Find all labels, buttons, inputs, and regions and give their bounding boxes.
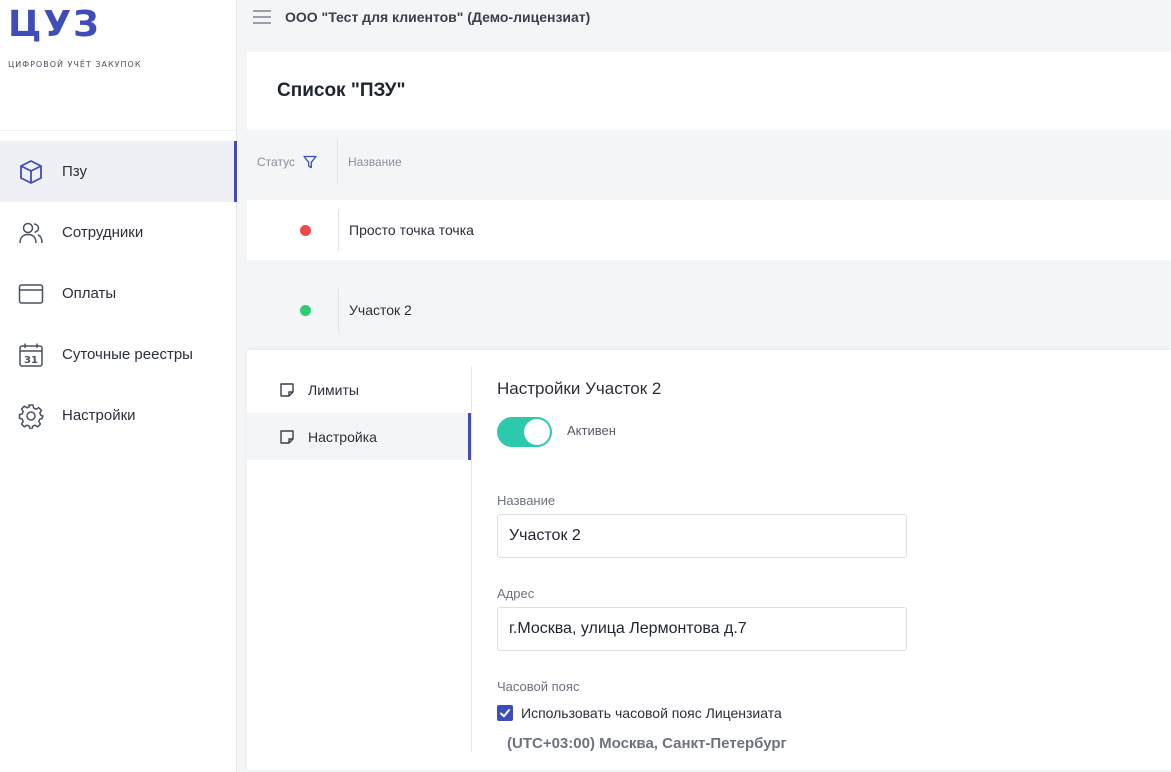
- sidebar-item-label: Оплаты: [62, 285, 117, 302]
- calendar-icon: 31: [18, 342, 44, 368]
- app-logo-subtitle: ЦИФРОВОЙ УЧЁТ ЗАКУПОК: [8, 60, 142, 69]
- sidebar-item-label: Настройки: [62, 407, 136, 424]
- sidebar-item-label: Пзу: [62, 163, 87, 180]
- sidebar-item-daily-registers[interactable]: 31 Суточные реестры: [0, 324, 237, 385]
- organization-name[interactable]: ООО "Тест для клиентов" (Демо-лицензиат): [285, 9, 590, 25]
- name-cell: Просто точка точка: [349, 222, 474, 238]
- tab-limits[interactable]: Лимиты: [247, 366, 471, 413]
- table-row[interactable]: Просто точка точка: [247, 200, 1171, 260]
- toggle-knob: [524, 419, 550, 445]
- column-header-status-label: Статус: [257, 155, 295, 169]
- active-toggle-label: Активен: [567, 423, 616, 438]
- detail-tabs: Лимиты Настройка: [247, 366, 471, 460]
- sidebar-divider: [0, 130, 236, 131]
- name-field-label: Название: [497, 493, 556, 508]
- sidebar-item-label: Суточные реестры: [62, 346, 193, 363]
- menu-icon[interactable]: [253, 10, 271, 24]
- filter-icon[interactable]: [303, 155, 317, 169]
- sidebar-item-label: Сотрудники: [62, 224, 144, 241]
- active-toggle[interactable]: [497, 417, 552, 447]
- address-field[interactable]: [497, 607, 907, 651]
- status-cell: [247, 209, 339, 251]
- column-header-status[interactable]: Статус: [247, 140, 338, 184]
- vertical-divider: [471, 366, 472, 752]
- sidebar: ЦУЗ ЦИФРОВОЙ УЧЁТ ЗАКУПОК Пзу Сотрудники…: [0, 0, 237, 772]
- tab-settings[interactable]: Настройка: [247, 413, 471, 460]
- credit-card-icon: [18, 281, 44, 307]
- status-active-dot: [300, 304, 311, 316]
- status-inactive-dot: [300, 224, 311, 236]
- users-icon: [18, 220, 44, 246]
- name-field[interactable]: [497, 514, 907, 558]
- gear-icon: [18, 403, 44, 429]
- svg-text:31: 31: [24, 355, 38, 366]
- table-row[interactable]: Участок 2: [247, 280, 1171, 340]
- settings-title: Настройки Участок 2: [497, 379, 662, 398]
- checkbox-checked-icon: [497, 705, 513, 721]
- sidebar-item-payments[interactable]: Оплаты: [0, 263, 237, 324]
- list-header: Список "ПЗУ": [247, 52, 1171, 130]
- app-logo[interactable]: ЦУЗ: [8, 4, 101, 45]
- sidebar-item-pzu[interactable]: Пзу: [0, 141, 237, 202]
- use-licensee-timezone-checkbox[interactable]: Использовать часовой пояс Лицензиата: [497, 705, 782, 721]
- sidebar-item-settings[interactable]: Настройки: [0, 385, 237, 446]
- name-cell: Участок 2: [349, 302, 412, 318]
- detail-panel: Лимиты Настройка Настройки Участок 2 Акт…: [247, 350, 1171, 770]
- top-bar: ООО "Тест для клиентов" (Демо-лицензиат): [237, 0, 1171, 34]
- timezone-value: (UTC+03:00) Москва, Санкт-Петербург: [507, 735, 787, 752]
- address-field-label: Адрес: [497, 586, 535, 601]
- status-cell: [247, 289, 339, 331]
- note-icon: [280, 429, 294, 444]
- tab-limits-label: Лимиты: [308, 381, 359, 398]
- sidebar-item-employees[interactable]: Сотрудники: [0, 202, 237, 263]
- timezone-label: Часовой пояс: [497, 679, 580, 694]
- note-icon: [280, 382, 294, 397]
- checkbox-label: Использовать часовой пояс Лицензиата: [521, 705, 782, 721]
- page-title: Список "ПЗУ": [277, 80, 406, 101]
- sidebar-nav: Пзу Сотрудники Оплаты 31 Суточные реестр…: [0, 141, 237, 446]
- column-header-name[interactable]: Название: [338, 155, 402, 169]
- tab-settings-label: Настройка: [308, 428, 377, 445]
- table-header: Статус Название: [247, 140, 1171, 184]
- cube-icon: [18, 159, 44, 185]
